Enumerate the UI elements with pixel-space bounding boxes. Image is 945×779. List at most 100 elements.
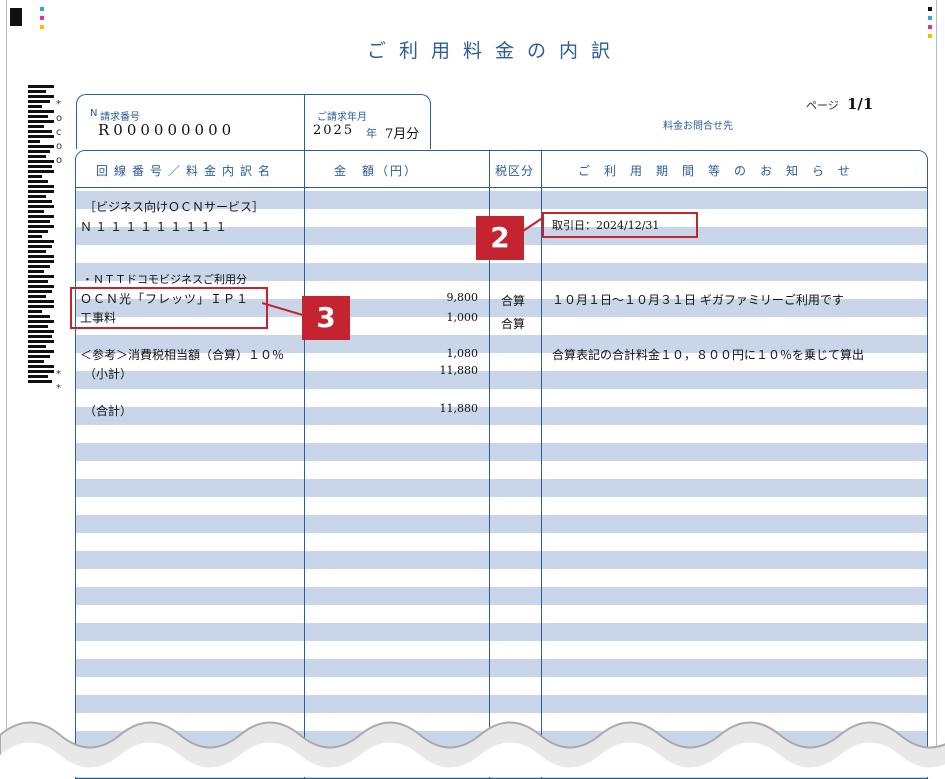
table-header: 回線番号／料金内訳名 金 額（円） 税区分 ご利用期間等のお知らせ <box>76 151 927 188</box>
row-note: 合算表記の合計料金１０，８００円に１０％を乗じて算出 <box>552 348 865 362</box>
barcode-bar <box>28 235 42 238</box>
row-amount: 11,880 <box>439 364 479 377</box>
barcode <box>28 85 54 385</box>
barcode-bar <box>28 295 46 298</box>
barcode-bar <box>28 270 44 273</box>
barcode-bar <box>28 85 54 88</box>
barcode-bar <box>28 380 52 383</box>
row-amount: 9,800 <box>446 291 479 304</box>
barcode-bar <box>28 285 54 288</box>
barcode-bar <box>28 300 54 303</box>
torn-edge <box>0 721 945 777</box>
row-amount: 1,000 <box>446 311 479 324</box>
barcode-bar <box>28 105 42 108</box>
barcode-bar <box>28 375 48 378</box>
row-note: １０月１日～１０月３１日 ギガファミリーご利用です <box>552 293 844 307</box>
barcode-bar <box>28 190 54 193</box>
billing-month-label: ご請求年月 <box>317 112 367 123</box>
barcode-char: * <box>56 383 61 394</box>
row-name: （合計） <box>84 404 133 418</box>
barcode-bar <box>28 120 54 123</box>
barcode-chars: * o c o o * * <box>56 98 62 396</box>
barcode-bar <box>28 230 48 233</box>
row-amount: 1,080 <box>446 347 479 360</box>
barcode-char: * <box>56 369 61 380</box>
barcode-bar <box>28 125 44 128</box>
barcode-bar <box>28 90 46 93</box>
barcode-bar <box>28 130 52 133</box>
barcode-bar <box>28 185 54 188</box>
barcode-bar <box>28 350 54 353</box>
barcode-bar <box>28 155 46 158</box>
callout-box-transaction-date <box>542 212 698 238</box>
col-header-amount: 金 額（円） <box>334 164 419 178</box>
invoice-number-icon: Ν <box>90 108 98 119</box>
row-name: ＜参考＞消費税相当額（合算）１０％ <box>80 348 285 362</box>
barcode-char: o <box>56 155 63 166</box>
column-divider <box>304 151 305 778</box>
barcode-bar <box>28 335 52 338</box>
registration-mark <box>10 8 22 26</box>
barcode-bar <box>28 210 44 213</box>
barcode-char: c <box>56 127 62 138</box>
row-tax: 合算 <box>501 294 526 308</box>
billing-year-unit: 年 <box>366 127 377 140</box>
barcode-bar <box>28 170 54 173</box>
barcode-bar <box>28 245 52 248</box>
col-header-line-name: 回線番号／料金内訳名 <box>96 164 277 178</box>
header-divider <box>304 94 305 150</box>
barcode-bar <box>28 330 54 333</box>
barcode-bar <box>28 315 50 318</box>
barcode-bar <box>28 205 54 208</box>
barcode-bar <box>28 305 54 308</box>
barcode-bar <box>28 340 54 343</box>
barcode-bar <box>28 265 50 268</box>
billing-month: 7月分 <box>385 127 420 142</box>
color-marks-left <box>40 7 44 34</box>
barcode-bar <box>28 310 42 313</box>
barcode-bar <box>28 360 44 363</box>
barcode-bar <box>28 355 50 358</box>
barcode-char: o <box>56 113 63 124</box>
color-marks-right <box>928 7 932 43</box>
barcode-bar <box>28 255 54 258</box>
barcode-bar <box>28 220 50 223</box>
row-amount: 11,880 <box>439 402 479 415</box>
barcode-bar <box>28 215 54 218</box>
barcode-bar <box>28 150 50 153</box>
row-name: Ｎ１１１１１１１１１ <box>80 220 231 234</box>
invoice-number-value: R000000000 <box>98 121 236 139</box>
barcode-bar <box>28 100 50 103</box>
barcode-bar <box>28 365 54 368</box>
barcode-bar <box>28 275 54 278</box>
contact-label: 料金お問合せ先 <box>663 121 733 132</box>
callout-badge-2: 2 <box>476 216 524 260</box>
column-divider <box>541 151 542 778</box>
barcode-bar <box>28 280 48 283</box>
barcode-bar <box>28 110 54 113</box>
col-header-tax: 税区分 <box>495 164 535 178</box>
row-name: ［ビジネス向けＯＣＮサービス］ <box>84 200 265 214</box>
barcode-bar <box>28 95 54 98</box>
barcode-bar <box>28 175 42 178</box>
barcode-bar <box>28 225 54 228</box>
billing-year: 2025 <box>313 123 355 138</box>
barcode-char: o <box>56 141 63 152</box>
row-name: （小計） <box>84 367 133 381</box>
barcode-bar <box>28 145 54 148</box>
barcode-bar <box>28 115 48 118</box>
col-header-notice: ご利用期間等のお知らせ <box>578 164 864 178</box>
barcode-bar <box>28 250 46 253</box>
barcode-bar <box>28 200 52 203</box>
barcode-char: * <box>56 99 61 110</box>
page-number: 1/1 <box>847 95 874 113</box>
barcode-bar <box>28 195 46 198</box>
barcode-bar <box>28 165 52 168</box>
barcode-bar <box>28 140 40 143</box>
barcode-bar <box>28 135 54 138</box>
barcode-bar <box>28 345 46 348</box>
page-label: ページ <box>806 99 839 112</box>
barcode-bar <box>28 320 54 323</box>
callout-box-service-item <box>70 287 268 329</box>
barcode-bar <box>28 325 48 328</box>
